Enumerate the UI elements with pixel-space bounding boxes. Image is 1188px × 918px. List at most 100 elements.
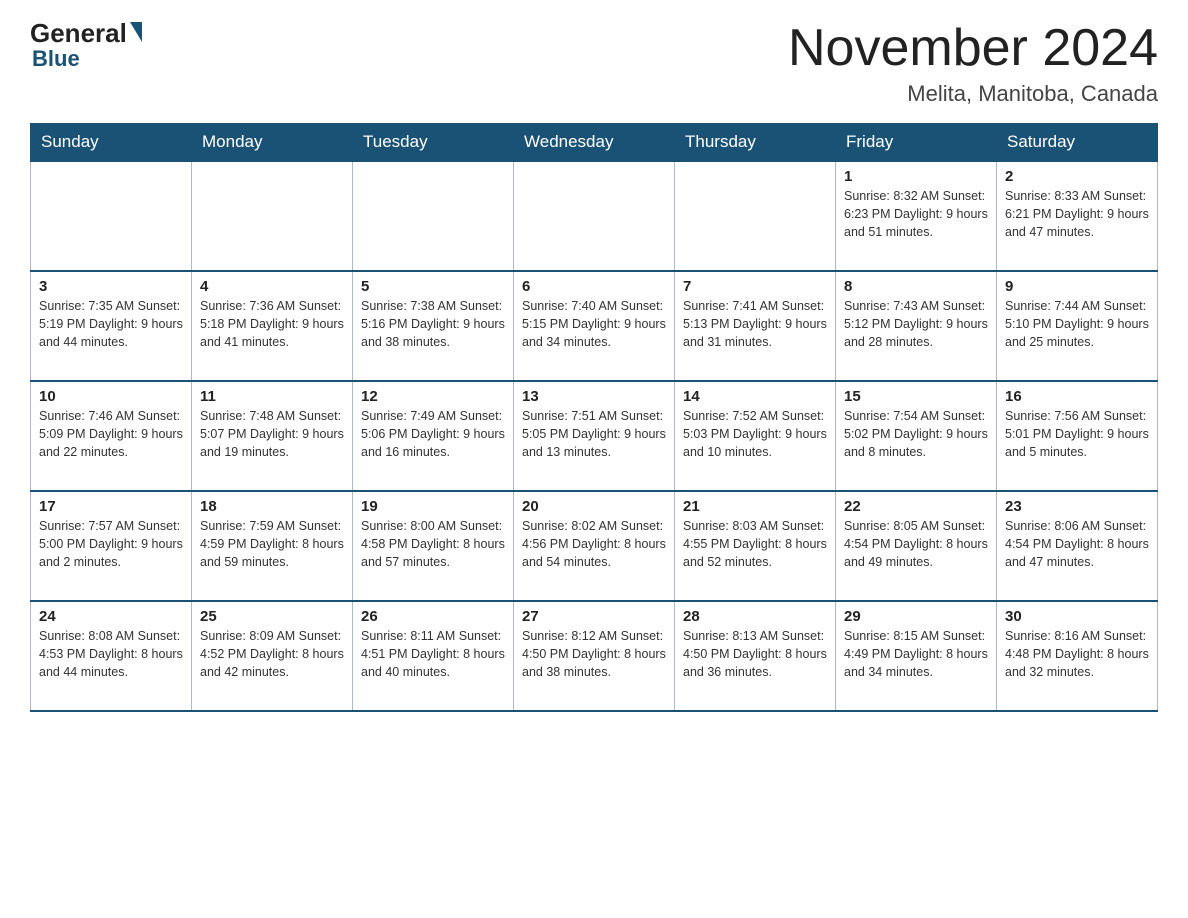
calendar-cell: 13Sunrise: 7:51 AM Sunset: 5:05 PM Dayli… (514, 381, 675, 491)
day-number: 8 (844, 278, 988, 295)
day-info: Sunrise: 8:09 AM Sunset: 4:52 PM Dayligh… (200, 627, 344, 681)
day-info: Sunrise: 7:35 AM Sunset: 5:19 PM Dayligh… (39, 297, 183, 351)
calendar-cell: 21 Sunrise: 8:03 AM Sunset: 4:55 PM Dayli… (675, 491, 836, 601)
day-number: 9 (1005, 278, 1149, 295)
day-number: 15 (844, 388, 988, 405)
calendar-week-row: 24 Sunrise: 8:08 AM Sunset: 4:53 PM Dayli… (31, 601, 1158, 711)
calendar-cell (675, 161, 836, 271)
day-info: Sunrise: 8:16 AM Sunset: 4:48 PM Dayligh… (1005, 627, 1149, 681)
day-number: 22 (844, 498, 988, 515)
day-info: Sunrise: 8:03 AM Sunset: 4:55 PM Dayligh… (683, 517, 827, 571)
calendar-cell: 6 Sunrise: 7:40 AM Sunset: 5:15 PM Daylig… (514, 271, 675, 381)
day-info: Sunrise: 7:46 AM Sunset: 5:09 PM Dayligh… (39, 407, 183, 461)
day-number: 10 (39, 388, 183, 405)
logo: General Blue (30, 20, 142, 72)
day-info: Sunrise: 7:56 AM Sunset: 5:01 PM Dayligh… (1005, 407, 1149, 461)
day-number: 28 (683, 608, 827, 625)
calendar-cell: 29 Sunrise: 8:15 AM Sunset: 4:49 PM Dayli… (836, 601, 997, 711)
day-info: Sunrise: 7:40 AM Sunset: 5:15 PM Dayligh… (522, 297, 666, 351)
calendar-cell: 18Sunrise: 7:59 AM Sunset: 4:59 PM Dayli… (192, 491, 353, 601)
calendar-cell: 12 Sunrise: 7:49 AM Sunset: 5:06 PM Dayli… (353, 381, 514, 491)
day-info: Sunrise: 7:44 AM Sunset: 5:10 PM Dayligh… (1005, 297, 1149, 351)
day-number: 3 (39, 278, 183, 295)
calendar-cell: 7Sunrise: 7:41 AM Sunset: 5:13 PM Daylig… (675, 271, 836, 381)
weekday-header-tuesday: Tuesday (353, 124, 514, 162)
calendar-week-row: 1Sunrise: 8:32 AM Sunset: 6:23 PM Daylig… (31, 161, 1158, 271)
calendar-cell: 27 Sunrise: 8:12 AM Sunset: 4:50 PM Dayli… (514, 601, 675, 711)
day-info: Sunrise: 7:41 AM Sunset: 5:13 PM Dayligh… (683, 297, 827, 351)
day-number: 2 (1005, 168, 1149, 185)
day-number: 5 (361, 278, 505, 295)
day-info: Sunrise: 8:05 AM Sunset: 4:54 PM Dayligh… (844, 517, 988, 571)
day-info: Sunrise: 7:48 AM Sunset: 5:07 PM Dayligh… (200, 407, 344, 461)
day-number: 6 (522, 278, 666, 295)
day-info: Sunrise: 8:08 AM Sunset: 4:53 PM Dayligh… (39, 627, 183, 681)
calendar-cell (514, 161, 675, 271)
day-info: Sunrise: 8:12 AM Sunset: 4:50 PM Dayligh… (522, 627, 666, 681)
calendar-cell: 11 Sunrise: 7:48 AM Sunset: 5:07 PM Dayli… (192, 381, 353, 491)
location-title: Melita, Manitoba, Canada (788, 81, 1158, 107)
weekday-header-monday: Monday (192, 124, 353, 162)
day-info: Sunrise: 7:54 AM Sunset: 5:02 PM Dayligh… (844, 407, 988, 461)
calendar-cell: 26Sunrise: 8:11 AM Sunset: 4:51 PM Dayli… (353, 601, 514, 711)
calendar-cell: 1Sunrise: 8:32 AM Sunset: 6:23 PM Daylig… (836, 161, 997, 271)
day-info: Sunrise: 8:33 AM Sunset: 6:21 PM Dayligh… (1005, 187, 1149, 241)
day-info: Sunrise: 7:59 AM Sunset: 4:59 PM Dayligh… (200, 517, 344, 571)
day-number: 11 (200, 388, 344, 405)
day-info: Sunrise: 8:13 AM Sunset: 4:50 PM Dayligh… (683, 627, 827, 681)
calendar-week-row: 10 Sunrise: 7:46 AM Sunset: 5:09 PM Dayli… (31, 381, 1158, 491)
page-header: General Blue November 2024 Melita, Manit… (30, 20, 1158, 107)
day-number: 24 (39, 608, 183, 625)
day-info: Sunrise: 7:52 AM Sunset: 5:03 PM Dayligh… (683, 407, 827, 461)
weekday-header-sunday: Sunday (31, 124, 192, 162)
logo-general-text: General (30, 20, 127, 46)
calendar-cell: 3 Sunrise: 7:35 AM Sunset: 5:19 PM Daylig… (31, 271, 192, 381)
day-number: 19 (361, 498, 505, 515)
day-number: 13 (522, 388, 666, 405)
day-number: 27 (522, 608, 666, 625)
day-info: Sunrise: 8:15 AM Sunset: 4:49 PM Dayligh… (844, 627, 988, 681)
day-number: 23 (1005, 498, 1149, 515)
day-info: Sunrise: 8:11 AM Sunset: 4:51 PM Dayligh… (361, 627, 505, 681)
calendar-cell: 9 Sunrise: 7:44 AM Sunset: 5:10 PM Daylig… (997, 271, 1158, 381)
calendar-cell: 2 Sunrise: 8:33 AM Sunset: 6:21 PM Daylig… (997, 161, 1158, 271)
day-number: 17 (39, 498, 183, 515)
calendar-cell: 28 Sunrise: 8:13 AM Sunset: 4:50 PM Dayli… (675, 601, 836, 711)
calendar-cell: 23 Sunrise: 8:06 AM Sunset: 4:54 PM Dayli… (997, 491, 1158, 601)
calendar-cell (192, 161, 353, 271)
day-number: 20 (522, 498, 666, 515)
weekday-header-saturday: Saturday (997, 124, 1158, 162)
weekday-header-thursday: Thursday (675, 124, 836, 162)
calendar-cell: 25Sunrise: 8:09 AM Sunset: 4:52 PM Dayli… (192, 601, 353, 711)
calendar-cell: 22 Sunrise: 8:05 AM Sunset: 4:54 PM Dayli… (836, 491, 997, 601)
weekday-header-friday: Friday (836, 124, 997, 162)
calendar-cell: 17 Sunrise: 7:57 AM Sunset: 5:00 PM Dayli… (31, 491, 192, 601)
day-info: Sunrise: 7:36 AM Sunset: 5:18 PM Dayligh… (200, 297, 344, 351)
logo-arrow-icon (130, 22, 142, 42)
day-number: 4 (200, 278, 344, 295)
calendar-cell: 16 Sunrise: 7:56 AM Sunset: 5:01 PM Dayli… (997, 381, 1158, 491)
day-number: 14 (683, 388, 827, 405)
calendar-cell: 14 Sunrise: 7:52 AM Sunset: 5:03 PM Dayli… (675, 381, 836, 491)
day-info: Sunrise: 7:57 AM Sunset: 5:00 PM Dayligh… (39, 517, 183, 571)
day-info: Sunrise: 8:32 AM Sunset: 6:23 PM Dayligh… (844, 187, 988, 241)
calendar-cell: 20 Sunrise: 8:02 AM Sunset: 4:56 PM Dayli… (514, 491, 675, 601)
logo-blue-text: Blue (32, 46, 80, 72)
logo-top: General (30, 20, 142, 46)
day-info: Sunrise: 7:49 AM Sunset: 5:06 PM Dayligh… (361, 407, 505, 461)
day-number: 21 (683, 498, 827, 515)
day-info: Sunrise: 8:00 AM Sunset: 4:58 PM Dayligh… (361, 517, 505, 571)
calendar-table: SundayMondayTuesdayWednesdayThursdayFrid… (30, 123, 1158, 712)
day-info: Sunrise: 8:02 AM Sunset: 4:56 PM Dayligh… (522, 517, 666, 571)
month-title: November 2024 (788, 20, 1158, 77)
day-number: 12 (361, 388, 505, 405)
calendar-cell: 4 Sunrise: 7:36 AM Sunset: 5:18 PM Daylig… (192, 271, 353, 381)
day-number: 16 (1005, 388, 1149, 405)
calendar-cell: 19 Sunrise: 8:00 AM Sunset: 4:58 PM Dayli… (353, 491, 514, 601)
calendar-cell: 15 Sunrise: 7:54 AM Sunset: 5:02 PM Dayli… (836, 381, 997, 491)
title-block: November 2024 Melita, Manitoba, Canada (788, 20, 1158, 107)
calendar-cell: 24 Sunrise: 8:08 AM Sunset: 4:53 PM Dayli… (31, 601, 192, 711)
day-info: Sunrise: 7:43 AM Sunset: 5:12 PM Dayligh… (844, 297, 988, 351)
day-info: Sunrise: 8:06 AM Sunset: 4:54 PM Dayligh… (1005, 517, 1149, 571)
day-number: 29 (844, 608, 988, 625)
